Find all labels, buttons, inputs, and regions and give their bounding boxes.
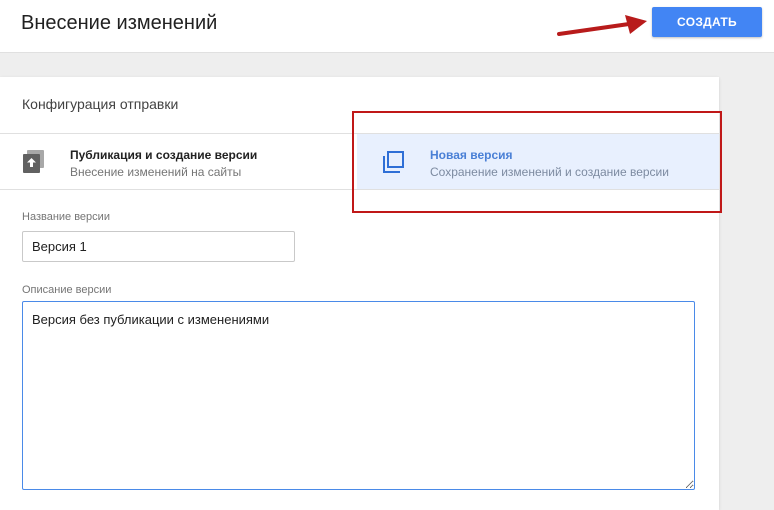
version-description-label: Описание версии — [22, 284, 112, 296]
annotation-highlight-box — [352, 111, 722, 213]
version-name-input[interactable] — [22, 231, 295, 262]
page-title: Внесение изменений — [21, 12, 218, 34]
card-title: Конфигурация отправки — [22, 96, 179, 112]
annotation-arrow-icon — [557, 15, 647, 36]
create-button[interactable]: СОЗДАТЬ — [652, 7, 762, 37]
option-title: Публикация и создание версии — [70, 148, 258, 162]
option-subtitle: Внесение изменений на сайты — [70, 165, 242, 179]
page-header: Внесение изменений СОЗДАТЬ — [0, 0, 774, 53]
version-name-label: Название версии — [22, 211, 110, 223]
option-publish-and-create-version[interactable]: Публикация и создание версии Внесение из… — [0, 134, 357, 189]
version-description-textarea[interactable]: Версия без публикации с изменениями — [22, 301, 695, 490]
publish-icon — [23, 150, 44, 173]
